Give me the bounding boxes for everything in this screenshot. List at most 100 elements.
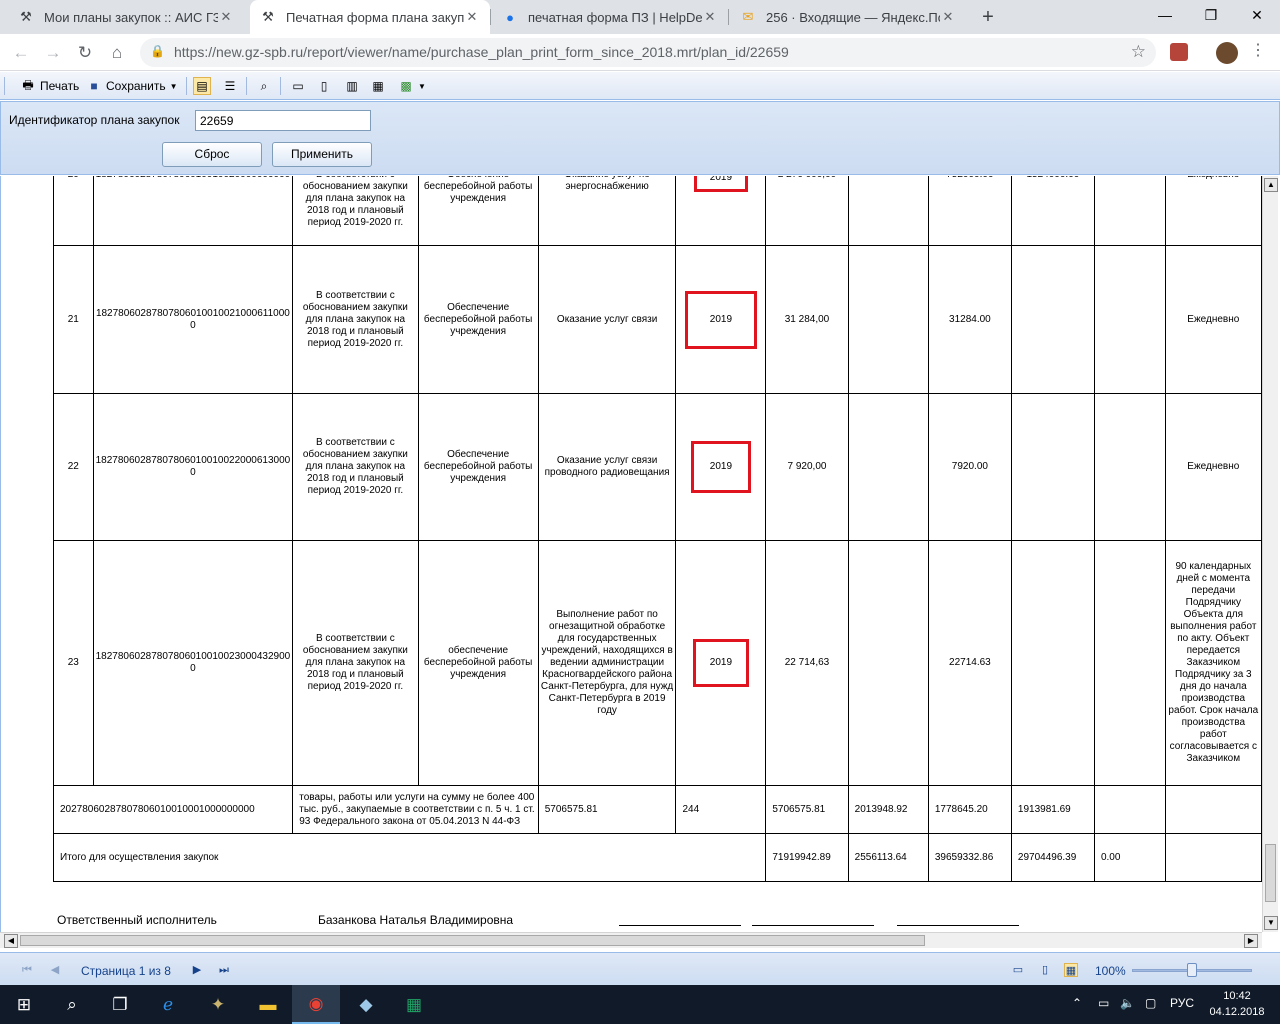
zoom-slider-thumb[interactable] (1187, 963, 1197, 977)
volume-icon[interactable]: 🔈 (1120, 996, 1135, 1010)
maximize-icon[interactable]: ❐ (1188, 0, 1234, 30)
bookmark-star-icon[interactable]: ☆ (1131, 42, 1146, 62)
multi-page-view-icon[interactable]: ▦ (1064, 963, 1078, 977)
scroll-thumb[interactable] (20, 935, 925, 946)
url-text[interactable]: https://new.gz-spb.ru/report/viewer/name… (174, 44, 789, 60)
pdf-extension-icon[interactable] (1170, 43, 1188, 61)
reset-button[interactable]: Сброс (162, 142, 262, 167)
amount-2020: 1524000.00 (1010, 176, 1095, 246)
file-explorer-icon[interactable]: ▬ (244, 985, 292, 1024)
clock[interactable]: 10:42 04.12.2018 (1200, 988, 1274, 1020)
small-purchases-row: 20278060287807806010010001000000000 това… (52, 785, 1262, 834)
purchase-year: 2019 (675, 540, 767, 786)
page-layout-icon[interactable]: ▩ (397, 77, 415, 95)
excel-icon[interactable]: ▦ (390, 985, 438, 1024)
report-viewport[interactable]: 20 18278060287807806010010020000000000 В… (0, 176, 1262, 932)
home-icon[interactable]: ⌂ (104, 40, 130, 66)
amount-2019: 1778645.20 (927, 785, 1012, 834)
network-icon[interactable]: ▭ (1098, 996, 1109, 1010)
chevron-down-icon[interactable]: ▼ (418, 76, 426, 96)
last-page-icon[interactable]: ⏭ (217, 963, 231, 977)
find-icon[interactable]: ⌕ (255, 77, 273, 95)
close-icon[interactable]: ✕ (464, 9, 480, 25)
amount-2019: 22714.63 (927, 540, 1012, 786)
first-page-icon[interactable]: ⏮ (20, 963, 34, 977)
tab-print-form[interactable]: ⚒ Печатная форма плана закупок ✕ (250, 0, 490, 34)
print-button[interactable]: 🖶 Печать (20, 76, 79, 96)
parameters-panel: Идентификатор плана закупок 22659 Сброс … (0, 101, 1280, 175)
toolbar-grip (4, 77, 5, 95)
amount-2020: 1913981.69 (1010, 785, 1095, 834)
address-bar[interactable]: 🔒 https://new.gz-spb.ru/report/viewer/na… (140, 38, 1156, 67)
page-view-icon[interactable]: ▦ (369, 77, 387, 95)
table-row: 20 18278060287807806010010020000000000 В… (53, 176, 1262, 246)
chat-icon[interactable]: ▢ (1145, 996, 1156, 1010)
new-tab-button[interactable]: + (976, 5, 1000, 29)
minimize-icon[interactable]: — (1142, 0, 1188, 30)
scroll-right-icon[interactable]: ▶ (1244, 934, 1258, 948)
search-icon[interactable]: ⌕ (48, 985, 96, 1024)
multiple-pages-icon[interactable]: ▥ (343, 77, 361, 95)
single-page-icon[interactable]: ▭ (289, 77, 307, 95)
windows-start-icon[interactable]: ⊞ (0, 985, 48, 1024)
scroll-thumb[interactable] (1265, 844, 1276, 902)
vertical-scrollbar[interactable]: ▲ ▼ (1262, 176, 1278, 932)
tab-helpdesk[interactable]: ● печатная форма ПЗ | HelpDesk ✕ (492, 0, 728, 34)
back-icon[interactable]: ← (8, 40, 34, 66)
menu-dots-icon[interactable]: ⋮ (1250, 42, 1266, 60)
chrome-icon[interactable]: ◉ (292, 985, 340, 1024)
purchase-code: 18278060287807806010010021000611000 0 (92, 245, 294, 394)
scroll-left-icon[interactable]: ◀ (4, 934, 18, 948)
task-view-icon[interactable]: ❐ (96, 985, 144, 1024)
row-num: 22 (53, 393, 94, 541)
scroll-up-icon[interactable]: ▲ (1264, 178, 1278, 192)
chevron-up-icon[interactable]: ⌃ (1072, 996, 1082, 1010)
avatar[interactable] (1216, 42, 1238, 64)
amount-2020 (1010, 540, 1095, 786)
bookmarks-icon[interactable]: ☰ (221, 77, 239, 95)
save-button[interactable]: ■ Сохранить ▼ (86, 76, 178, 96)
plan-id-input[interactable]: 22659 (195, 110, 371, 131)
gavel-icon: ⚒ (20, 9, 32, 24)
table-row: 22 18278060287807806010010022000613000 0… (53, 393, 1262, 541)
forward-icon[interactable]: → (40, 40, 66, 66)
tab-my-plans[interactable]: ⚒ Мои планы закупок :: АИС ГЗ ✕ (8, 0, 244, 34)
print-label: Печать (40, 79, 80, 93)
tab-yandex-mail[interactable]: ✉ 256 · Входящие — Яндекс.Почта ✕ (730, 0, 966, 34)
continuous-page-icon[interactable]: ▯ (315, 77, 333, 95)
previous-page-icon[interactable]: ◀ (48, 963, 62, 977)
app-icon[interactable]: ◆ (342, 985, 390, 1024)
small-purchases-text: товары, работы или услуги на сумму не бо… (292, 785, 539, 834)
toolbar-separator (246, 77, 247, 95)
table-row: 23 18278060287807806010010023000432900 0… (53, 540, 1262, 786)
close-icon[interactable]: ✕ (218, 9, 234, 25)
row-num: 23 (53, 540, 94, 786)
parameters-icon[interactable]: ▤ (193, 77, 211, 95)
app-icon[interactable]: ✦ (194, 985, 242, 1024)
tab-title: 256 · Входящие — Яндекс.Почта (766, 9, 940, 25)
scroll-down-icon[interactable]: ▼ (1264, 916, 1278, 930)
next-page-icon[interactable]: ▶ (190, 963, 204, 977)
purchase-code: 18278060287807806010010020000000000 (92, 176, 294, 246)
report-toolbar: 🖶 Печать ■ Сохранить ▼ ▤ ☰ ⌕ ▭ ▯ ▥ ▦ ▩ ▼ (0, 72, 1280, 100)
tab-separator (490, 9, 491, 25)
signature-line (897, 925, 1019, 926)
totals-label: Итого для осуществления закупок (52, 833, 767, 882)
single-page-view-icon[interactable]: ▭ (1011, 963, 1025, 977)
apply-button[interactable]: Применить (272, 142, 372, 167)
horizontal-scrollbar[interactable]: ◀ ▶ (0, 932, 1262, 948)
total-amount: 22 714,63 (765, 540, 849, 786)
internet-explorer-icon[interactable]: ℯ (144, 985, 192, 1024)
lock-icon: 🔒 (150, 44, 165, 58)
language-indicator[interactable]: РУС (1170, 996, 1194, 1010)
chevron-down-icon: ▼ (169, 81, 178, 91)
close-icon[interactable]: ✕ (702, 9, 718, 25)
reload-icon[interactable]: ↻ (72, 40, 98, 66)
continuous-view-icon[interactable]: ▯ (1038, 963, 1052, 977)
purchase-goal: Обеспечение бесперебойной работы учрежде… (417, 176, 539, 246)
close-window-icon[interactable]: ✕ (1234, 0, 1280, 30)
row-num: 21 (53, 245, 94, 394)
total-amount: 5706575.81 (765, 785, 849, 834)
close-icon[interactable]: ✕ (940, 9, 956, 25)
clock-time: 10:42 (1223, 990, 1251, 1002)
